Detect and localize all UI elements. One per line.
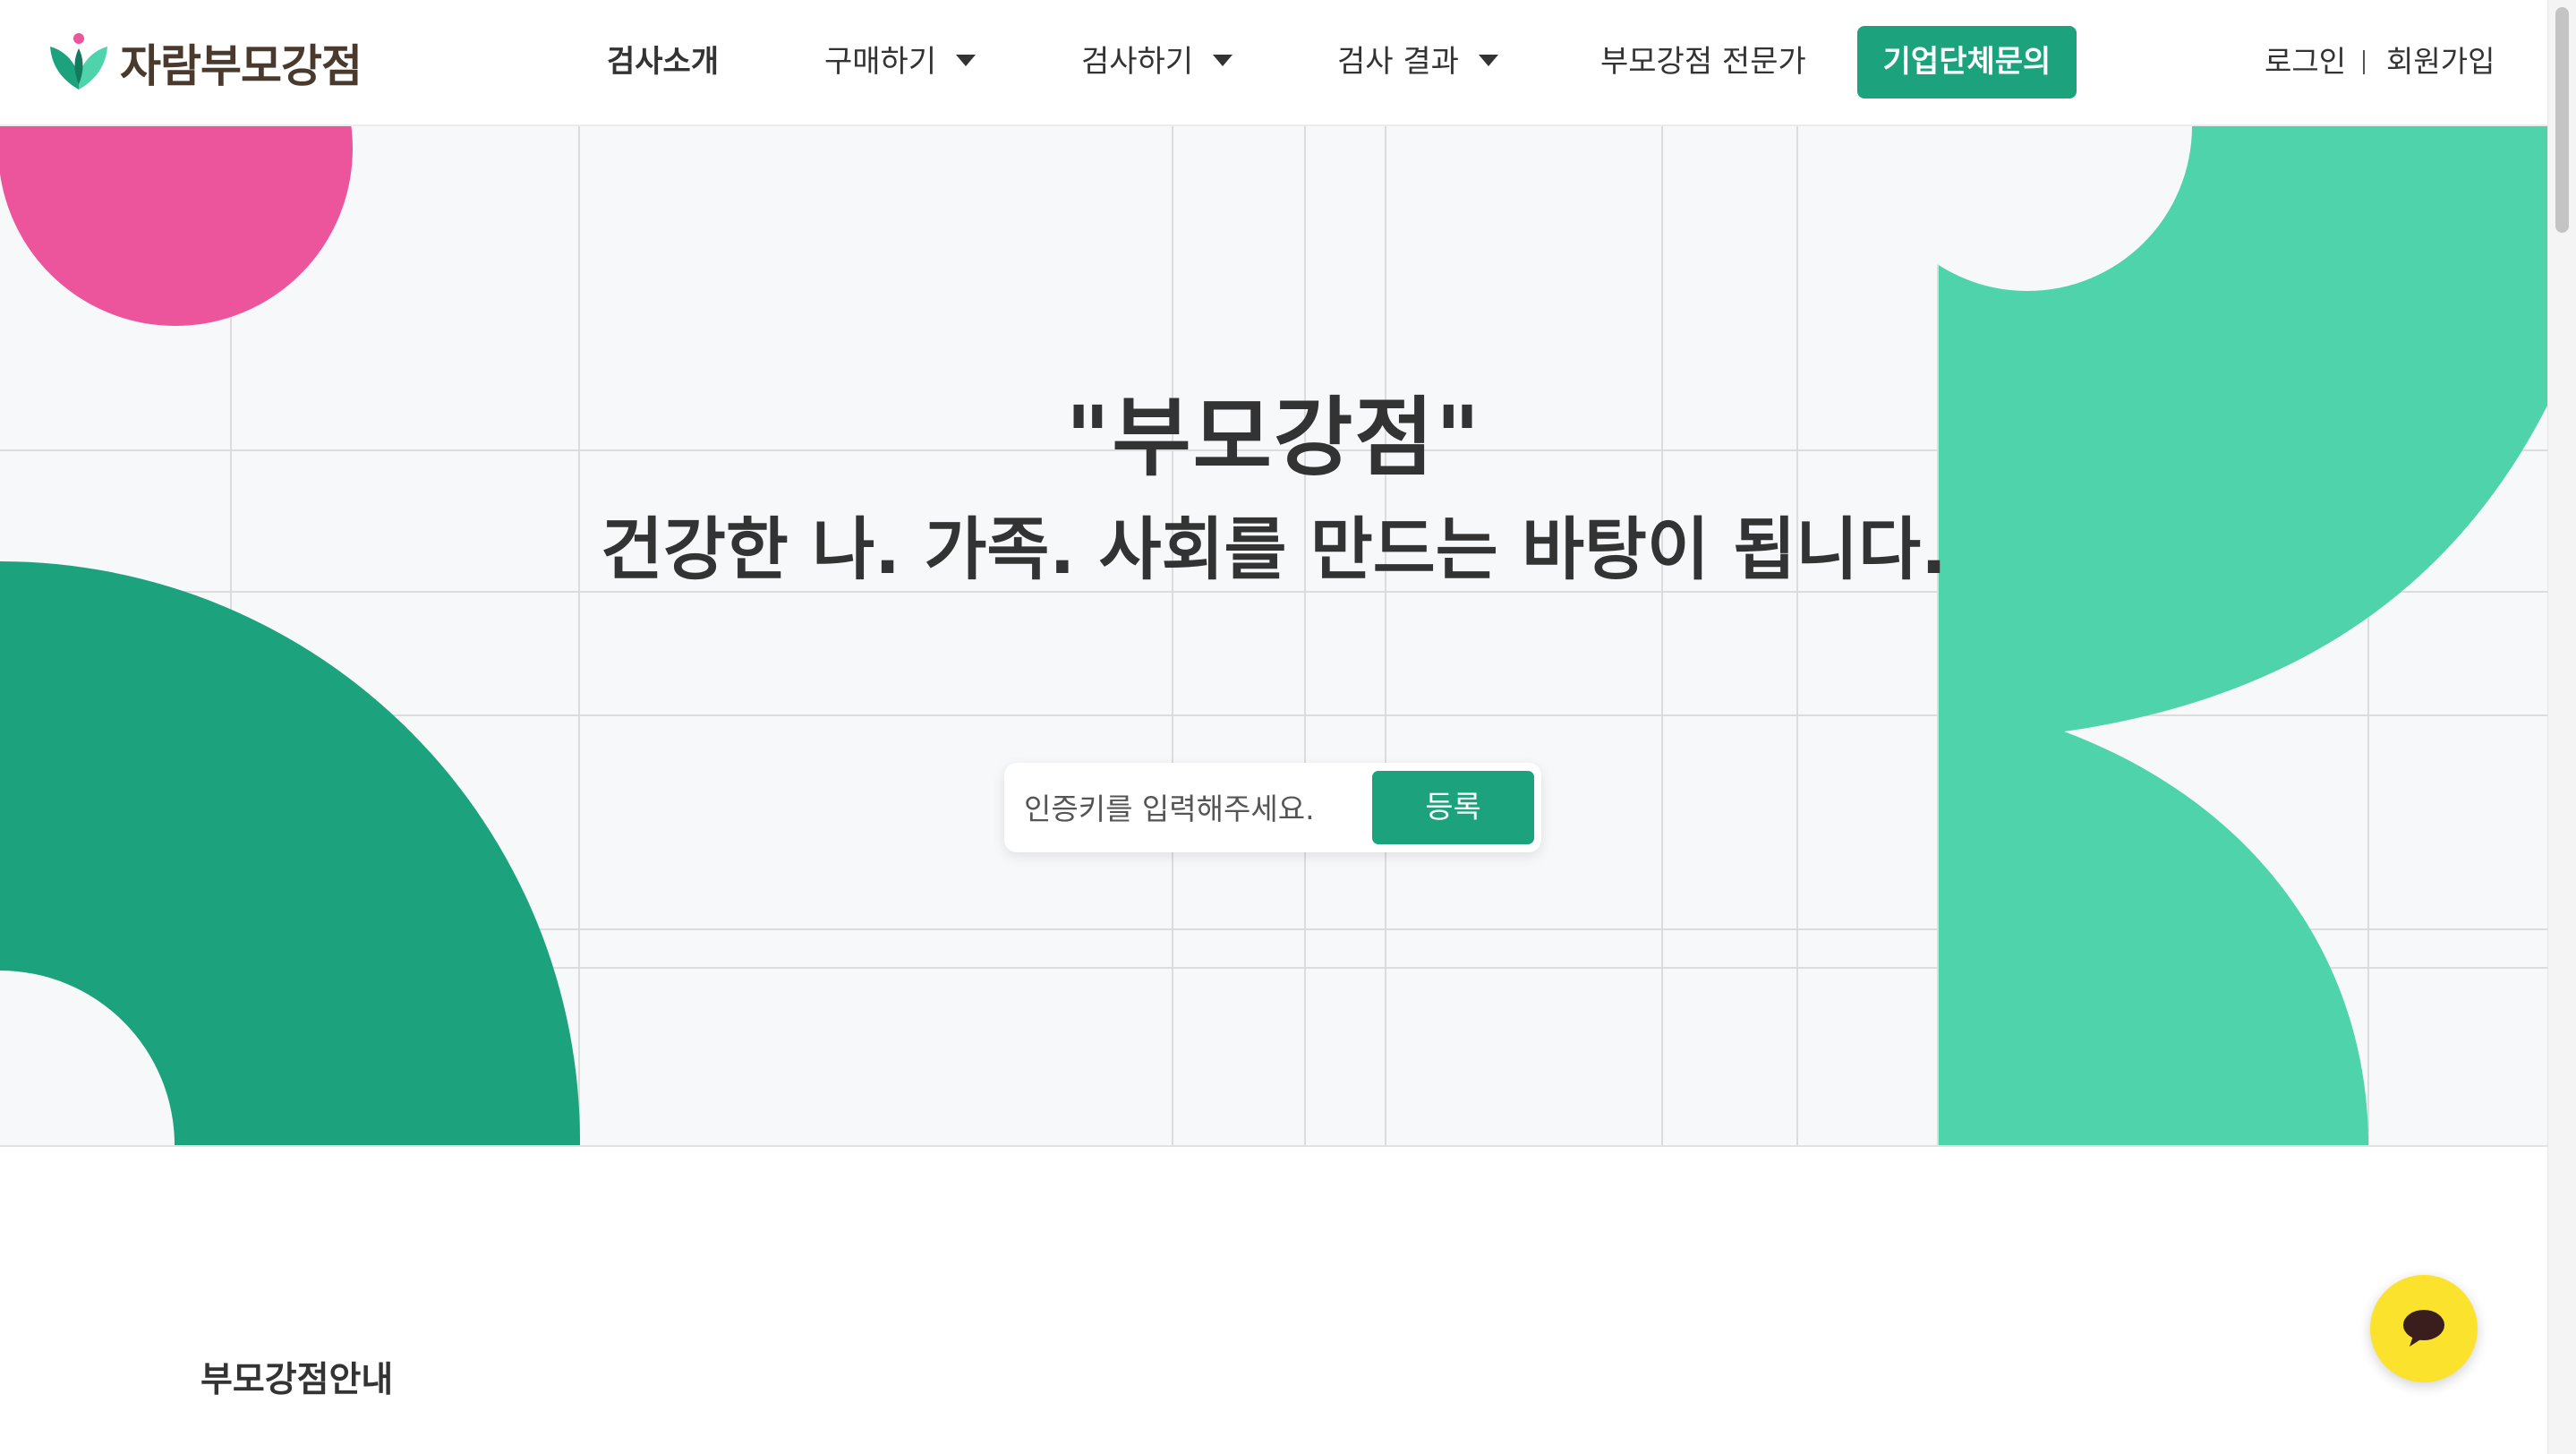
caret-down-icon xyxy=(956,55,977,66)
chat-bubble-icon xyxy=(2403,1310,2444,1347)
business-inquiry-button[interactable]: 기업단체문의 xyxy=(1857,26,2077,98)
nav-item-label: 부모강점 전문가 xyxy=(1600,44,1806,80)
auth-key-form: 등록 xyxy=(1004,763,1541,852)
hero-banner: "부모강점" 건강한 나. 가족. 사회를 만드는 바탕이 됩니다. 등록 xyxy=(0,126,2547,1147)
green-arc-shape xyxy=(0,561,581,1145)
pink-circle-shape xyxy=(0,126,353,326)
scrollbar-thumb[interactable] xyxy=(2555,7,2569,233)
caret-down-icon xyxy=(1213,55,1233,66)
hero-background-graphic xyxy=(0,126,2547,1145)
nav-item-purchase[interactable]: 구매하기 xyxy=(824,39,977,84)
nav-item-label: 검사 결과 xyxy=(1337,44,1459,80)
auth-divider xyxy=(2363,50,2365,74)
nav-item-label: 구매하기 xyxy=(824,44,937,80)
mint-lower-shape xyxy=(1939,731,2368,1145)
sprout-logo-icon xyxy=(50,33,107,90)
nav-item-take-test[interactable]: 검사하기 xyxy=(1081,39,1233,84)
nav-item-expert[interactable]: 부모강점 전문가 xyxy=(1600,39,1806,84)
nav-item-test-intro[interactable]: 검사소개 xyxy=(607,39,719,84)
nav-item-test-results[interactable]: 검사 결과 xyxy=(1337,39,1498,84)
site-header: 자람부모강점 검사소개 구매하기 검사하기 검사 결과 부모강점 전문가 기업단… xyxy=(0,0,2547,126)
section-heading: 부모강점안내 xyxy=(200,1360,394,1400)
vertical-scrollbar[interactable] xyxy=(2547,0,2576,1454)
chat-button[interactable] xyxy=(2370,1275,2478,1382)
logo-text: 자람부모강점 xyxy=(120,40,363,92)
hero-title: "부모강점" xyxy=(1065,388,1482,488)
nav-item-label: 검사소개 xyxy=(607,44,720,80)
login-link[interactable]: 로그인 xyxy=(2265,39,2346,84)
signup-link[interactable]: 회원가입 xyxy=(2386,39,2495,84)
caret-down-icon xyxy=(1478,55,1498,66)
register-button[interactable]: 등록 xyxy=(1372,771,1534,844)
nav-item-label: 검사하기 xyxy=(1081,44,1194,80)
hero-subtitle: 건강한 나. 가족. 사회를 만드는 바탕이 됩니다. xyxy=(601,509,1947,589)
logo[interactable]: 자람부모강점 xyxy=(47,30,363,95)
